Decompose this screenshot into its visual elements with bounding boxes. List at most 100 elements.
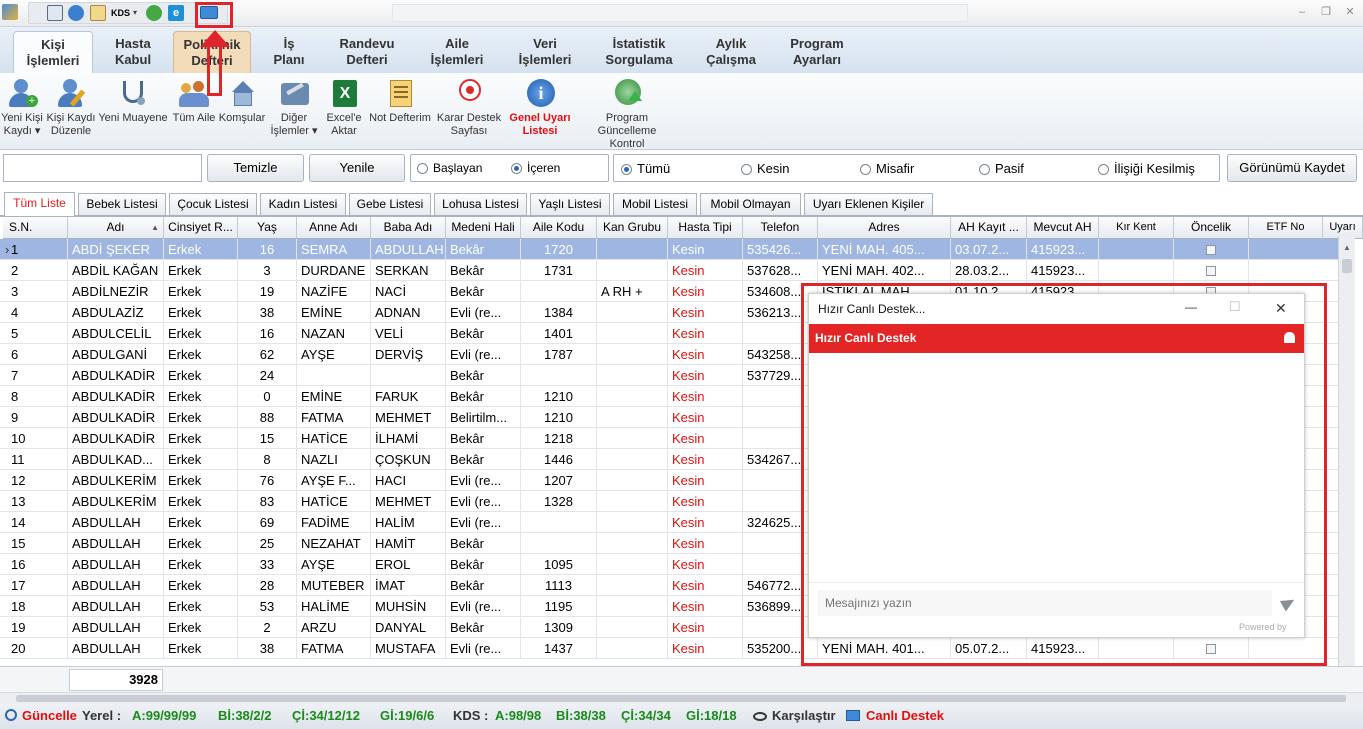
vertical-scrollbar[interactable]: ▲ (1338, 237, 1355, 666)
priority-checkbox[interactable] (1206, 245, 1216, 255)
radio-misafir[interactable]: Misafir (860, 162, 914, 175)
new-examination-button[interactable]: Yeni Muayene (97, 75, 169, 125)
table-cell: HAMİT (371, 533, 446, 554)
tab-lohusa-listesi[interactable]: Lohusa Listesi (434, 193, 527, 215)
column-header[interactable]: Mevcut AH (1027, 217, 1099, 239)
edit-person-button[interactable]: Kişi Kaydı Düzenle (46, 75, 96, 138)
tab-uyari-eklenen[interactable]: Uyarı Eklenen Kişiler (804, 193, 933, 215)
column-header[interactable]: AH Kayıt ... (951, 217, 1027, 239)
compare-link[interactable]: Karşılaştır (772, 704, 836, 728)
refresh-button[interactable]: Yenile (309, 154, 405, 182)
hscroll-thumb[interactable] (16, 695, 1346, 702)
table-cell (1099, 239, 1174, 260)
kds-quick-label[interactable]: KDS (111, 8, 130, 18)
table-cell: 25 (238, 533, 297, 554)
chevron-down-icon[interactable]: ▾ (133, 8, 137, 17)
notepad-button[interactable]: Not Defterim (367, 75, 433, 125)
table-cell: 19 (3, 617, 68, 638)
search-input[interactable] (3, 154, 202, 182)
radio-iliskisi-kesilmis[interactable]: İlişiği Kesilmiş (1098, 162, 1195, 175)
radio-kesin[interactable]: Kesin (741, 162, 790, 175)
tab-randevu-defteri[interactable]: Randevu Defteri (327, 31, 407, 73)
table-row[interactable]: 2 ABDİL KAĞAN Erkek 3 DURDANE SERKAN Bekâr 1731… (0, 260, 1338, 281)
tab-aile-islemleri[interactable]: Aile İşlemleri (418, 31, 496, 73)
other-actions-button[interactable]: Diğer İşlemler ▾ (268, 75, 320, 138)
column-header[interactable]: Kan Grubu (597, 217, 668, 239)
radio-pasif[interactable]: Pasif (979, 162, 1024, 175)
table-cell: Bekâr (446, 365, 521, 386)
tab-veri-islemleri[interactable]: Veri İşlemleri (506, 31, 584, 73)
tab-cocuk-listesi[interactable]: Çocuk Listesi (169, 193, 257, 215)
column-header[interactable]: S.N. (3, 217, 68, 239)
tab-istatistik-sorgulama[interactable]: İstatistik Sorgulama (596, 31, 682, 73)
clear-button[interactable]: Temizle (207, 154, 304, 182)
column-header[interactable]: Adres (818, 217, 951, 239)
refresh-icon[interactable] (68, 5, 84, 21)
column-header[interactable]: Telefon (743, 217, 818, 239)
column-header[interactable]: ETF No (1249, 217, 1323, 239)
column-header[interactable]: Uyarı (1323, 217, 1363, 239)
column-header[interactable]: Medeni Hali (446, 217, 521, 239)
table-cell: Erkek (164, 302, 238, 323)
sync-icon[interactable] (146, 5, 162, 21)
column-header[interactable]: Anne Adı (297, 217, 371, 239)
folder-icon[interactable] (90, 5, 106, 21)
table-cell: Erkek (164, 554, 238, 575)
scroll-thumb[interactable] (1342, 259, 1352, 273)
update-link[interactable]: Güncelle (22, 704, 77, 728)
tab-program-ayarlari[interactable]: Program Ayarları (778, 31, 856, 73)
tab-bebek-listesi[interactable]: Bebek Listesi (78, 193, 166, 215)
tab-kisi-islemleri[interactable]: Kişi İşlemleri (13, 31, 93, 73)
tab-yasli-listesi[interactable]: Yaşlı Listesi (530, 193, 610, 215)
radio-all[interactable]: Tümü (621, 162, 670, 175)
tab-tum-liste[interactable]: Tüm Liste (4, 192, 75, 216)
table-cell: 1720 (521, 239, 597, 260)
table-cell: 1731 (521, 260, 597, 281)
tab-gebe-listesi[interactable]: Gebe Listesi (349, 193, 431, 215)
tab-hasta-kabul[interactable]: Hasta Kabul (98, 31, 168, 73)
neighbors-button[interactable]: Komşular (218, 75, 266, 125)
column-header[interactable]: Yaş (238, 217, 297, 239)
scroll-up-icon[interactable]: ▲ (1342, 243, 1352, 253)
decision-support-button[interactable]: Karar Destek Sayfası (434, 75, 504, 138)
column-header[interactable]: Öncelik (1174, 217, 1249, 239)
browser-icon[interactable]: e (168, 5, 184, 21)
column-header[interactable]: Aile Kodu (521, 217, 597, 239)
tab-aylik-calisma[interactable]: Aylık Çalışma (695, 31, 767, 73)
minimize-button[interactable]: – (1294, 4, 1310, 20)
column-header[interactable]: Cinsiyet R... (164, 217, 238, 239)
tab-mobil-olmayan[interactable]: Mobil Olmayan (700, 193, 801, 215)
restore-button[interactable]: ❐ (1318, 4, 1334, 20)
highlight-box-toolbar (195, 2, 233, 28)
tab-is-plani[interactable]: İş Planı (255, 31, 323, 73)
table-cell: ABDULGANİ (68, 344, 164, 365)
close-button[interactable]: ✕ (1342, 4, 1358, 20)
radio-contains[interactable]: İçeren (511, 162, 560, 175)
program-update-check-button[interactable]: Program Güncelleme Kontrol (577, 75, 677, 151)
status-filter-group: Tümü Kesin Misafir Pasif İlişiği Kesilmi… (613, 154, 1220, 182)
table-cell: 03.07.2... (951, 239, 1027, 260)
table-cell: 1437 (521, 638, 597, 659)
priority-checkbox[interactable] (1206, 266, 1216, 276)
column-header[interactable]: Kır Kent (1099, 217, 1174, 239)
horizontal-scrollbar[interactable] (0, 692, 1363, 704)
column-header[interactable]: Adı ▲ (68, 217, 164, 239)
column-header[interactable]: Hasta Tipi (668, 217, 743, 239)
save-view-button[interactable]: Görünümü Kaydet (1227, 154, 1357, 182)
radio-starts-with[interactable]: Başlayan (417, 162, 482, 175)
house-icon (226, 77, 258, 109)
table-cell: 20 (3, 638, 68, 659)
table-cell: Evli (re... (446, 344, 521, 365)
column-header[interactable]: Baba Adı (371, 217, 446, 239)
live-support-link[interactable]: Canlı Destek (866, 704, 944, 728)
tab-kadin-listesi[interactable]: Kadın Listesi (260, 193, 346, 215)
table-cell: YENİ MAH. 402... (818, 260, 951, 281)
new-person-button[interactable]: + Yeni Kişi Kaydı ▾ (0, 75, 44, 138)
export-excel-button[interactable]: X Excel'e Aktar (322, 75, 366, 138)
table-cell: ABDULAZİZ (68, 302, 164, 323)
table-cell: ADNAN (371, 302, 446, 323)
tab-mobil-listesi[interactable]: Mobil Listesi (613, 193, 697, 215)
general-warning-list-button[interactable]: i Genel Uyarı Listesi (505, 75, 575, 138)
table-row[interactable]: › 1 ABDİ ŞEKER Erkek 16 SEMRA ABDULLAH Bekâr 172… (0, 239, 1338, 260)
preview-icon[interactable] (47, 5, 63, 21)
